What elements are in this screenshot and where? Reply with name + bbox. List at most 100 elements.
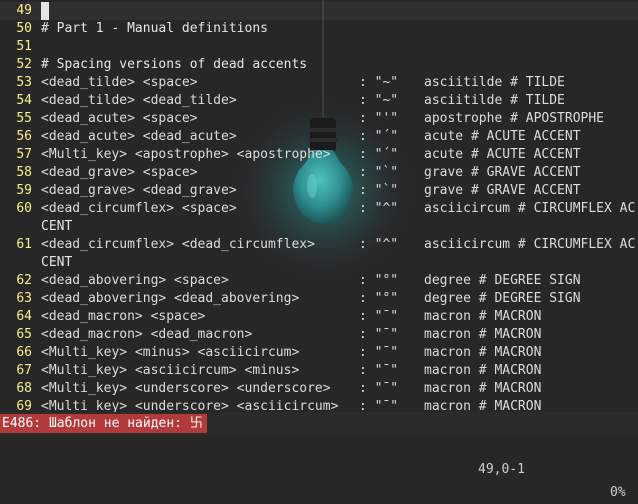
key-sequence: <dead_circumflex> <dead_circumflex> (41, 237, 315, 252)
line-text: CENT (41, 219, 73, 234)
vim-status-bar: E486: Шаблон не найден: 卐 49,0-1 0% (0, 412, 638, 500)
output-char: : "¯" (359, 327, 399, 342)
keysym-definition: acute # ACUTE ACCENT (424, 147, 581, 162)
line-number: 66 (16, 345, 32, 360)
line-number: 49 (16, 3, 32, 18)
keysym-definition: asciitilde # TILDE (424, 93, 565, 108)
keysym-definition: asciicircum # CIRCUMFLEX AC (424, 201, 636, 216)
line-number: 69 (16, 399, 32, 412)
key-sequence: <dead_macron> <dead_macron> (41, 327, 253, 342)
line-number: 51 (16, 39, 32, 54)
output-char: : "¯" (359, 345, 399, 360)
editor-line[interactable]: 60 <dead_circumflex> <space> : "^" asciicir… (0, 200, 638, 218)
editor-line[interactable]: 52 # Spacing versions of dead accents (0, 56, 638, 74)
line-number: 67 (16, 363, 32, 378)
editor-line[interactable]: 61 <dead_circumflex> <dead_circumflex> : "… (0, 236, 638, 254)
editor-line[interactable]: 55 <dead_acute> <space>: "'" apostrophe # … (0, 110, 638, 128)
key-sequence: <dead_grave> <dead_grave> (41, 183, 237, 198)
line-number: 68 (16, 381, 32, 396)
output-char: : "°" (359, 291, 399, 306)
output-char: : "¯" (359, 363, 399, 378)
output-char: : "~" (359, 93, 399, 108)
editor-line[interactable]: CENT (0, 218, 638, 236)
key-sequence: <dead_abovering> <space> (41, 273, 229, 288)
line-number: 62 (16, 273, 32, 288)
editor-line[interactable]: 54 <dead_tilde> <dead_tilde> : "~" asciitil… (0, 92, 638, 110)
keysym-definition: asciitilde # TILDE (424, 75, 565, 90)
line-number: 53 (16, 75, 32, 90)
editor-line[interactable]: 59 <dead_grave> <dead_grave> : "`" grave # … (0, 182, 638, 200)
output-char: : "'" (359, 111, 399, 126)
line-number: 58 (16, 165, 32, 180)
editor-line[interactable]: 68 <Multi_key> <underscore> <underscore>:… (0, 380, 638, 398)
keysym-definition: degree # DEGREE SIGN (424, 273, 581, 288)
line-number: 60 (16, 201, 32, 216)
key-sequence: <dead_tilde> <space> (41, 75, 198, 90)
keysym-definition: degree # DEGREE SIGN (424, 291, 581, 306)
key-sequence: <dead_acute> <space> (41, 111, 198, 126)
editor-line[interactable]: 63 <dead_abovering> <dead_abovering> : "°"… (0, 290, 638, 308)
editor-line[interactable]: 66 <Multi_key> <minus> <asciicircum> : "¯"… (0, 344, 638, 362)
line-text: CENT (41, 255, 73, 270)
line-number: 55 (16, 111, 32, 126)
line-number: 56 (16, 129, 32, 144)
output-char: : "^" (359, 237, 399, 252)
line-number: 61 (16, 237, 32, 252)
output-char: : "´" (359, 147, 399, 162)
keysym-definition: macron # MACRON (424, 309, 542, 324)
editor-line[interactable]: 67 <Multi_key> <asciicircum> <minus> : "¯"… (0, 362, 638, 380)
keysym-definition: macron # MACRON (424, 399, 542, 412)
output-char: : "°" (359, 273, 399, 288)
line-number: 63 (16, 291, 32, 306)
editor-line[interactable]: CENT (0, 254, 638, 272)
key-sequence: <Multi_key> <asciicircum> <minus> (41, 363, 300, 378)
error-message: E486: Шаблон не найден: 卐 (0, 414, 207, 433)
key-sequence: <dead_circumflex> <space> (41, 201, 237, 216)
editor-line[interactable]: 49 (0, 2, 638, 20)
editor-line[interactable]: 53 <dead_tilde> <space> : "~" asciitilde # … (0, 74, 638, 92)
editor-line[interactable]: 56 <dead_acute> <dead_acute> : "´" acute # … (0, 128, 638, 146)
keysym-definition: macron # MACRON (424, 381, 542, 396)
key-sequence: <Multi_key> <underscore> <underscore> (41, 381, 331, 396)
editor-line[interactable]: 69 <Multi_key> <underscore> <asciicircum>… (0, 398, 638, 412)
editor-line[interactable]: 64 <dead_macron> <space> : "¯" macron # MAC… (0, 308, 638, 326)
keysym-definition: macron # MACRON (424, 345, 542, 360)
keysym-definition: acute # ACUTE ACCENT (424, 129, 581, 144)
key-sequence: <dead_abovering> <dead_abovering> (41, 291, 300, 306)
output-char: : "¯" (359, 399, 399, 412)
output-char: : "^" (359, 201, 399, 216)
vim-editor[interactable]: 49 50 # Part 1 - Manual definitions 51 52 # S… (0, 0, 638, 412)
cursor-position: 49,0-1 (478, 462, 525, 477)
key-sequence: <dead_grave> <space> (41, 165, 198, 180)
editor-line[interactable]: 58 <dead_grave> <space> : "`" grave # GRAVE… (0, 164, 638, 182)
scroll-percent: 0% (610, 485, 626, 500)
output-char: : "~" (359, 75, 399, 90)
key-sequence: <Multi_key> <underscore> <asciicircum> (41, 399, 339, 412)
editor-line[interactable]: 50 # Part 1 - Manual definitions (0, 20, 638, 38)
key-sequence: <Multi_key> <apostrophe> <apostrophe> (41, 147, 331, 162)
output-char: : "¯" (359, 309, 399, 324)
key-sequence: <dead_tilde> <dead_tilde> (41, 93, 237, 108)
output-char: : "`" (359, 165, 399, 180)
line-number: 59 (16, 183, 32, 198)
key-sequence: <Multi_key> <minus> <asciicircum> (41, 345, 300, 360)
line-number: 57 (16, 147, 32, 162)
output-char: : "´" (359, 129, 399, 144)
line-text: # Spacing versions of dead accents (41, 57, 308, 72)
key-sequence: <dead_acute> <dead_acute> (41, 129, 237, 144)
line-number: 65 (16, 327, 32, 342)
editor-line[interactable]: 65 <dead_macron> <dead_macron>: "¯" macron… (0, 326, 638, 344)
keysym-definition: grave # GRAVE ACCENT (424, 165, 581, 180)
line-number: 64 (16, 309, 32, 324)
line-text: # Part 1 - Manual definitions (41, 21, 268, 36)
editor-line[interactable]: 57 <Multi_key> <apostrophe> <apostrophe>:… (0, 146, 638, 164)
keysym-definition: asciicircum # CIRCUMFLEX AC (424, 237, 636, 252)
line-number: 54 (16, 93, 32, 108)
key-sequence: <dead_macron> <space> (41, 309, 206, 324)
keysym-definition: grave # GRAVE ACCENT (424, 183, 581, 198)
output-char: : "`" (359, 183, 399, 198)
line-number: 50 (16, 21, 32, 36)
editor-line[interactable]: 62 <dead_abovering> <space> : "°" degree # … (0, 272, 638, 290)
editor-line[interactable]: 51 (0, 38, 638, 56)
keysym-definition: macron # MACRON (424, 363, 542, 378)
